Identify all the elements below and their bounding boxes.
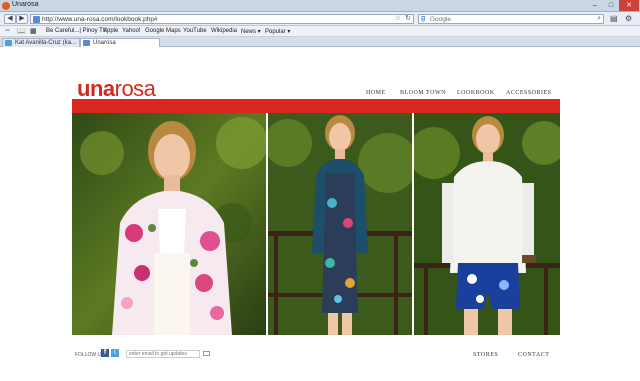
google-icon: g bbox=[421, 15, 426, 22]
window-titlebar: Unarosa – □ ✕ bbox=[0, 0, 640, 12]
twitter-icon[interactable]: t bbox=[111, 349, 119, 357]
bookmark-item[interactable]: Wikipedia bbox=[211, 28, 237, 34]
minimize-button[interactable]: – bbox=[587, 0, 603, 11]
search-icon[interactable]: ⌕ bbox=[597, 15, 601, 23]
bookmark-item[interactable]: Be Careful...| Pinoy TV bbox=[46, 28, 107, 34]
web-page: unarosa HOME BLOOM TOWN LOOKBOOK ACCESSO… bbox=[0, 47, 640, 381]
twitter-icon bbox=[5, 40, 12, 46]
address-bar[interactable]: ☆ ↻ bbox=[30, 14, 414, 24]
forward-button[interactable]: ▶ bbox=[16, 14, 28, 24]
mail-icon[interactable] bbox=[203, 351, 210, 356]
nav-bloom-town[interactable]: BLOOM TOWN bbox=[400, 90, 446, 96]
tab-twitter[interactable]: Kat Avanilla-Cruz (ka... bbox=[2, 38, 80, 47]
bookmarks-bar: ⇔ 📖 ▦ Be Careful...| Pinoy TV Apple Yaho… bbox=[0, 26, 640, 37]
lookbook-photo-blue-blazer[interactable] bbox=[268, 113, 412, 335]
search-bar[interactable]: g ⌕ bbox=[418, 14, 604, 24]
tab-unarosa[interactable]: Unarosa bbox=[80, 38, 160, 47]
lookbook-photo-white-blouse[interactable] bbox=[414, 113, 560, 335]
email-subscribe-input[interactable] bbox=[126, 350, 200, 358]
bookmark-item[interactable]: Yahoo! bbox=[122, 28, 141, 34]
bookmark-item[interactable]: Popular ▾ bbox=[265, 28, 290, 35]
nav-home[interactable]: HOME bbox=[366, 90, 386, 96]
bookmark-item[interactable]: News ▾ bbox=[241, 28, 261, 35]
brand-red-band bbox=[72, 99, 560, 113]
window-title: Unarosa bbox=[12, 1, 39, 8]
footer-nav-stores[interactable]: STORES bbox=[473, 352, 498, 358]
maximize-button[interactable]: □ bbox=[603, 0, 619, 11]
book-icon[interactable]: 📖 bbox=[17, 27, 26, 35]
url-input[interactable] bbox=[42, 15, 392, 23]
reload-icon[interactable]: ↻ bbox=[405, 15, 411, 23]
back-button[interactable]: ◀ bbox=[4, 14, 16, 24]
nav-lookbook[interactable]: LOOKBOOK bbox=[457, 90, 495, 96]
navigation-toolbar: ◀ ▶ ☆ ↻ g ⌕ ▤ ⚙ bbox=[0, 12, 640, 26]
grid-icon[interactable]: ▦ bbox=[30, 27, 37, 35]
site-favicon-icon bbox=[33, 16, 40, 23]
page-menu-icon[interactable]: ▤ bbox=[610, 14, 618, 23]
nav-accessories[interactable]: ACCESSORIES bbox=[506, 90, 552, 96]
tab-bar: Kat Avanilla-Cruz (ka... Unarosa bbox=[0, 37, 640, 47]
bookmark-item[interactable]: Apple bbox=[103, 28, 118, 34]
page-icon bbox=[83, 40, 90, 46]
tab-label: Kat Avanilla-Cruz (ka... bbox=[15, 40, 76, 46]
facebook-icon[interactable]: f bbox=[101, 349, 109, 357]
lookbook-photo-floral-jacket[interactable] bbox=[72, 113, 266, 335]
bookmark-item[interactable]: YouTube bbox=[183, 28, 207, 34]
logo-text-rosa: rosa bbox=[114, 76, 156, 101]
bookmark-star-icon[interactable]: ☆ bbox=[395, 15, 401, 23]
bookmark-item[interactable]: Google Maps bbox=[145, 28, 181, 34]
tab-label: Unarosa bbox=[93, 40, 116, 46]
logo-text-una: una bbox=[77, 76, 115, 101]
gear-icon[interactable]: ⚙ bbox=[625, 14, 632, 23]
close-button[interactable]: ✕ bbox=[619, 0, 639, 11]
bookmarks-toggle-icon[interactable]: ⇔ bbox=[4, 27, 11, 34]
browser-icon bbox=[2, 2, 10, 10]
search-input[interactable] bbox=[430, 15, 590, 23]
footer-nav-contact[interactable]: CONTACT bbox=[518, 352, 549, 358]
